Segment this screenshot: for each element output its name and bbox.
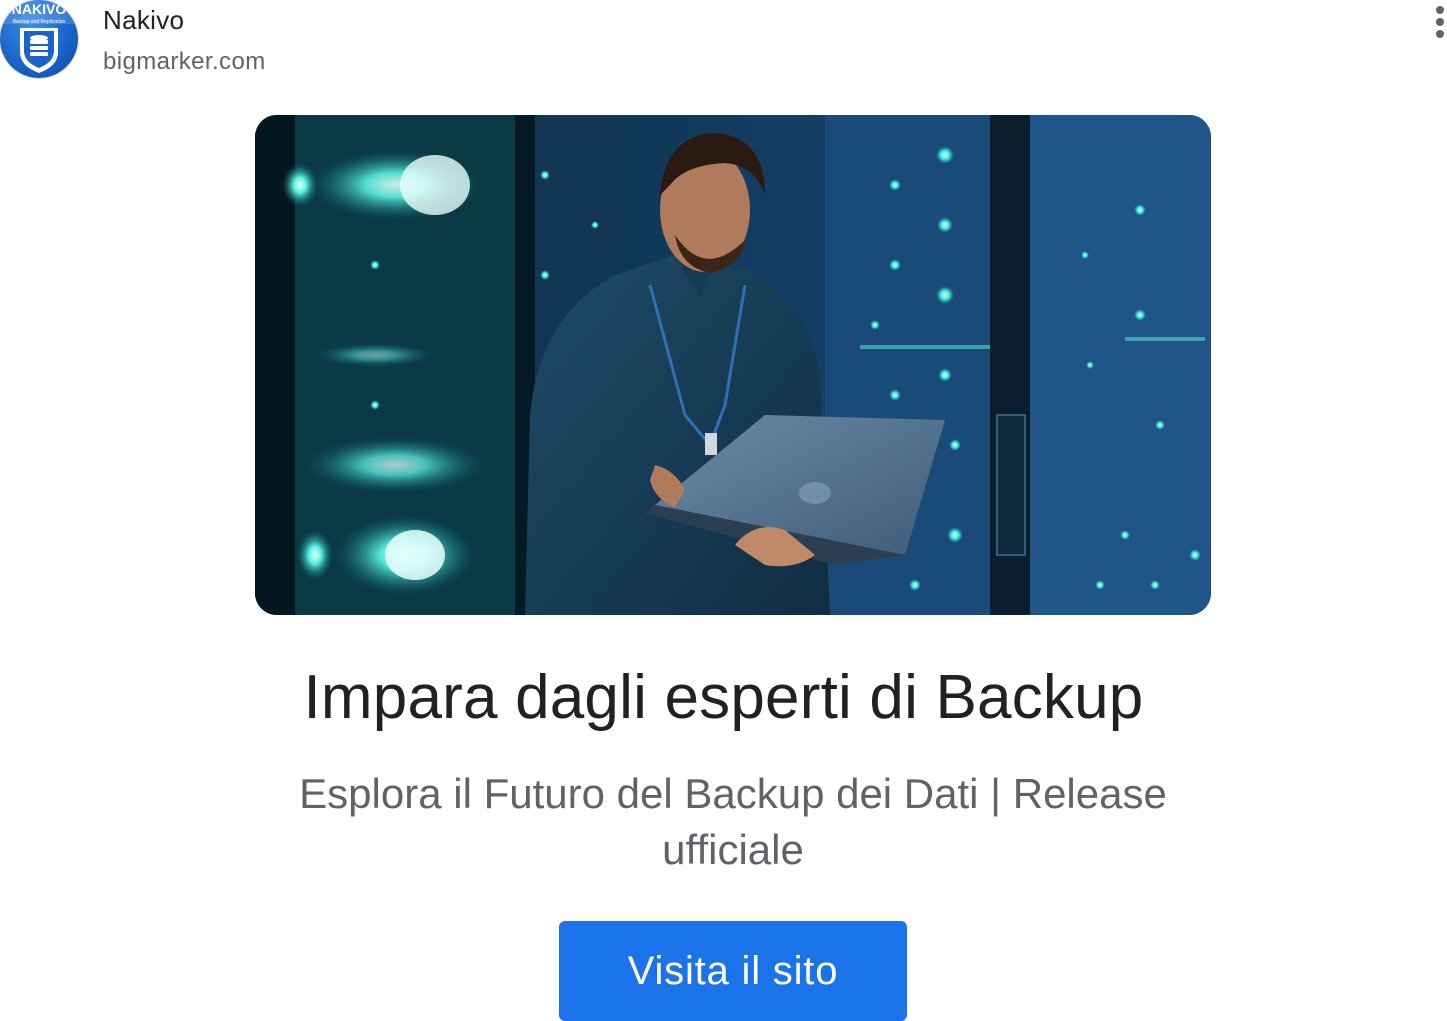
logo-wordmark: NAKIVO: [12, 1, 67, 17]
menu-dot: [1436, 30, 1444, 38]
nakivo-logo-image: NAKIVO Backup and Replication: [0, 0, 78, 73]
logo-tagline: Backup and Replication: [13, 19, 66, 25]
server-room-photo: [255, 115, 1211, 615]
menu-dot: [1436, 18, 1444, 26]
advertiser-name[interactable]: Nakivo: [103, 5, 184, 36]
advertiser-domain: bigmarker.com: [103, 48, 266, 75]
advertiser-logo[interactable]: NAKIVO Backup and Replication: [0, 0, 78, 78]
more-options-icon[interactable]: [1433, 6, 1447, 42]
menu-dot: [1436, 6, 1444, 14]
visit-site-button[interactable]: Visita il sito: [559, 921, 907, 1021]
hero-image[interactable]: [255, 115, 1211, 615]
ad-headline[interactable]: Impara dagli esperti di Backup: [0, 662, 1447, 733]
ad-description: Esplora il Futuro del Backup dei Dati | …: [299, 770, 1167, 873]
